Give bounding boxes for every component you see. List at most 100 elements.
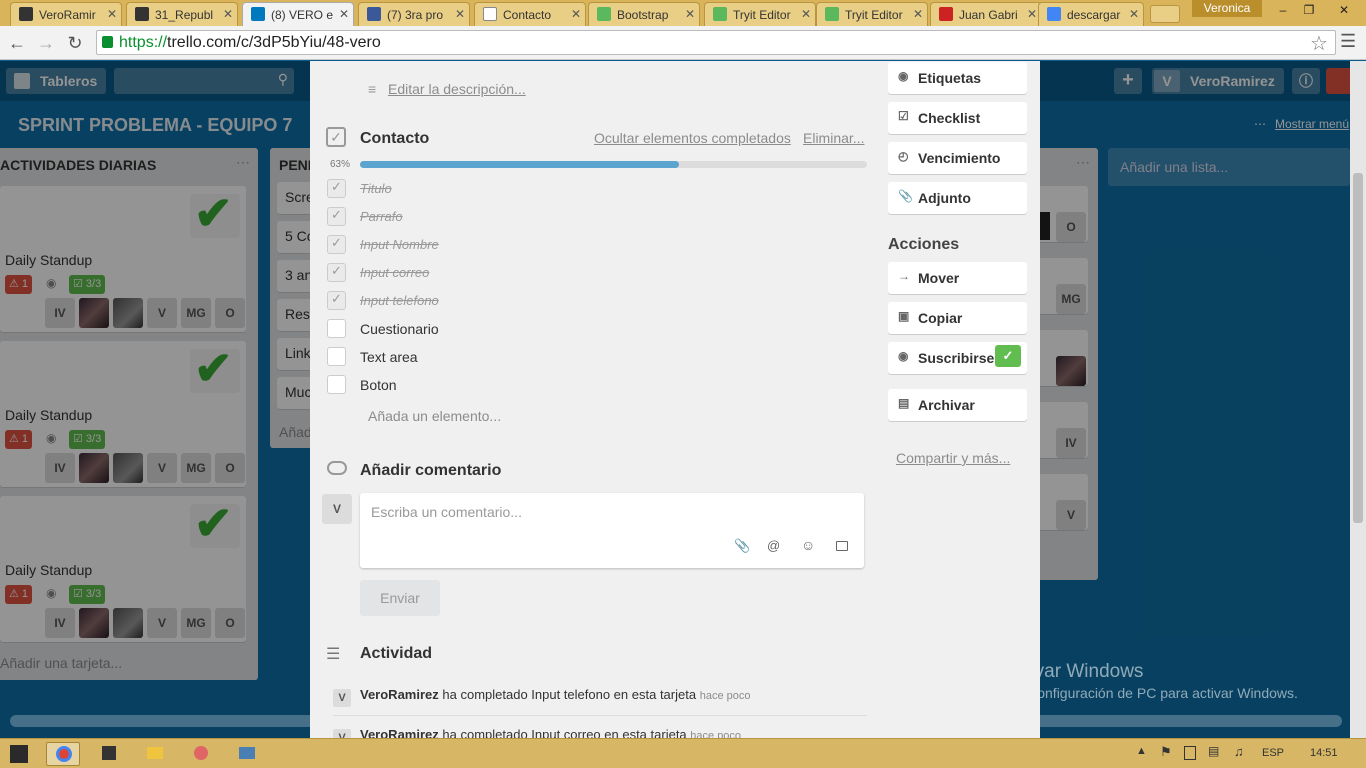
activity-avatar: V [333,729,351,738]
url-protocol: https:// [119,34,168,51]
tab-close-icon[interactable]: ✕ [571,7,581,21]
sidebar-button-paperclip[interactable]: 📎 Adjunto [888,182,1027,214]
browser-tab[interactable]: descargar ✕ [1038,2,1144,26]
sidebar-button-checklist[interactable]: ☑ Checklist [888,102,1027,134]
checkbox[interactable] [327,319,346,338]
tab-title: Bootstrap [617,8,669,22]
chrome-icon[interactable] [46,742,80,766]
share-link[interactable]: Compartir y más... [896,450,1010,466]
maximize-icon[interactable]: ❐ [1296,1,1322,19]
checklist-icon: ✓ [326,127,346,147]
subscribed-check-icon: ✓ [995,345,1021,367]
sidebar-button-copy[interactable]: ▣ Copiar [888,302,1027,334]
menu-icon[interactable]: ☰ [1340,31,1356,52]
trello-board: Tableros ⚲ + V VeroRamirez ⓘ SPRINT PROB… [0,61,1366,738]
checklist-item[interactable]: Titulo [360,181,392,196]
tryit-icon [825,7,839,21]
activity-time[interactable]: hace poco [690,730,741,738]
checkbox[interactable] [327,291,346,310]
checklist-item[interactable]: Text area [360,349,418,365]
checklist-item[interactable]: Input Nombre [360,237,439,252]
mention-icon[interactable]: @ [767,538,780,553]
file-explorer-icon[interactable] [138,742,172,766]
sidebar-button-arrow-right[interactable]: → Mover [888,262,1027,294]
sidebar-label: Suscribirse [918,350,995,366]
tab-close-icon[interactable]: ✕ [913,7,923,21]
bookmark-star-icon[interactable]: ☆ [1310,31,1328,56]
browser-tab[interactable]: Contacto ✕ [474,2,586,26]
tab-close-icon[interactable]: ✕ [455,7,465,21]
sidebar-button-clock[interactable]: ◴ Vencimiento [888,142,1027,174]
checklist-item[interactable]: Parrafo [360,209,403,224]
vertical-scrollbar-thumb[interactable] [1353,173,1363,523]
close-window-icon[interactable]: ✕ [1326,1,1362,19]
checkbox[interactable] [327,179,346,198]
delete-checklist-link[interactable]: Eliminar... [803,130,864,146]
browser-tab[interactable]: Juan Gabri ✕ [930,2,1042,26]
checklist-title[interactable]: Contacto [360,130,429,148]
attachment-icon[interactable]: 📎 [734,538,750,554]
sidebar-button-tag[interactable]: ◉ Etiquetas [888,62,1027,94]
network-icon[interactable]: ▤ [1208,744,1219,758]
checkbox[interactable] [327,347,346,366]
activity-title: Actividad [360,645,433,662]
clock[interactable]: 14:51 [1310,747,1338,759]
edit-description-link[interactable]: Editar la descripción... [388,81,526,97]
send-button[interactable]: Enviar [360,580,440,616]
volume-icon[interactable]: ♫ [1234,744,1244,759]
tab-close-icon[interactable]: ✕ [685,7,695,21]
comment-icon [327,461,347,475]
tray-chevron-icon[interactable]: ▲ [1136,745,1147,757]
browser-tab[interactable]: Tryit Editor ✕ [816,2,928,26]
flag-icon[interactable]: ⚑ [1160,744,1172,760]
tab-close-icon[interactable]: ✕ [223,7,233,21]
comment-input[interactable]: Escriba un comentario... 📎 @ ☺ [360,493,864,568]
lr-icon [939,7,953,21]
activity-user[interactable]: VeroRamirez [360,727,439,738]
tab-close-icon[interactable]: ✕ [801,7,811,21]
tab-close-icon[interactable]: ✕ [1027,7,1037,21]
browser-user-chip[interactable]: Veronica [1192,0,1262,17]
checkbox[interactable] [327,207,346,226]
new-tab-button[interactable] [1150,5,1180,23]
browser-tab[interactable]: VeroRamir ✕ [10,2,122,26]
forward-icon[interactable]: → [35,32,57,54]
checklist-item[interactable]: Boton [360,377,397,393]
hide-completed-link[interactable]: Ocultar elementos completados [594,130,791,146]
description-icon: ≡ [368,81,377,97]
reload-icon[interactable]: ↻ [64,32,86,54]
browser-tab[interactable]: (7) 3ra pro ✕ [358,2,470,26]
checklist-item[interactable]: Input correo [360,265,429,280]
checklist-item[interactable]: Input telefono [360,293,439,308]
paint-icon[interactable] [184,742,218,766]
window-app-icon[interactable] [230,742,264,766]
app-icon[interactable] [92,742,126,766]
minimize-icon[interactable]: – [1270,1,1296,19]
browser-tab[interactable]: Tryit Editor ✕ [704,2,816,26]
browser-tab[interactable]: 31_Republ ✕ [126,2,238,26]
activity-time[interactable]: hace poco [700,690,751,702]
language-indicator[interactable]: ESP [1262,747,1284,759]
browser-tab[interactable]: Bootstrap ✕ [588,2,700,26]
checkbox[interactable] [327,263,346,282]
add-item-link[interactable]: Añada un elemento... [368,408,501,424]
tab-title: Tryit Editor [845,8,903,22]
address-bar[interactable]: https://trello.com/c/3dP5bYiu/48-vero [96,30,1336,55]
card-link-icon[interactable] [836,541,848,551]
checkbox[interactable] [327,375,346,394]
tab-close-icon[interactable]: ✕ [107,7,117,21]
vertical-scrollbar-track [1350,61,1366,738]
checkbox[interactable] [327,235,346,254]
sidebar-button-eye[interactable]: ◉ Suscribirse ✓ [888,342,1027,374]
emoji-icon[interactable]: ☺ [801,537,815,553]
tab-close-icon[interactable]: ✕ [1129,7,1139,21]
activity-user[interactable]: VeroRamirez [360,687,439,702]
tab-close-icon[interactable]: ✕ [339,7,349,21]
back-icon[interactable]: ← [6,32,28,54]
browser-tab[interactable]: (8) VERO e ✕ [242,2,354,26]
sidebar-label: Etiquetas [918,70,982,86]
sidebar-button-archive[interactable]: ▤ Archivar [888,389,1027,421]
battery-icon[interactable] [1184,746,1196,760]
checklist-item[interactable]: Cuestionario [360,321,439,337]
windows-start-icon[interactable] [10,745,28,763]
